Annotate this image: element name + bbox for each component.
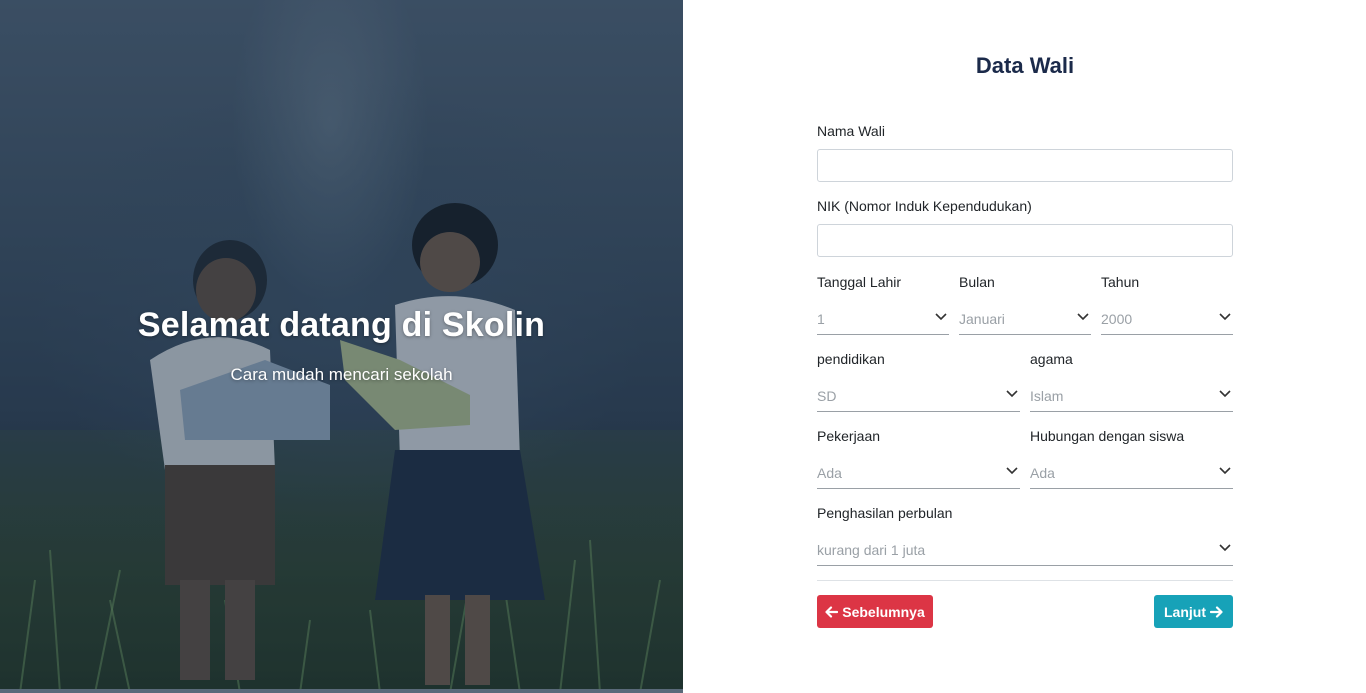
chevron-down-icon xyxy=(935,313,947,321)
hubungan-value: Ada xyxy=(1030,465,1055,481)
next-button-label: Lanjut xyxy=(1164,603,1206,620)
hero-subtitle: Cara mudah mencari sekolah xyxy=(230,365,453,384)
tahun-value: 2000 xyxy=(1101,311,1133,327)
chevron-down-icon xyxy=(1219,467,1231,475)
pekerjaan-select[interactable]: Ada xyxy=(817,459,1020,489)
pendidikan-value: SD xyxy=(817,388,837,404)
penghasilan-label: Penghasilan perbulan xyxy=(817,505,953,521)
tanggal-lahir-select[interactable]: 1 xyxy=(817,305,949,335)
pendidikan-label: pendidikan xyxy=(817,351,885,367)
next-button[interactable]: Lanjut xyxy=(1154,595,1233,628)
tahun-label: Tahun xyxy=(1101,274,1140,290)
nik-input[interactable] xyxy=(817,224,1233,257)
tanggal-lahir-label: Tanggal Lahir xyxy=(817,274,902,290)
hubungan-select[interactable]: Ada xyxy=(1030,459,1233,489)
bulan-label: Bulan xyxy=(959,274,995,290)
guardian-form: Data Wali Nama Wali NIK (Nomor Induk Kep… xyxy=(817,0,1233,693)
arrow-left-icon xyxy=(825,605,839,618)
chevron-down-icon xyxy=(1219,313,1231,321)
chevron-down-icon xyxy=(1219,544,1231,552)
pekerjaan-label: Pekerjaan xyxy=(817,428,881,444)
tahun-select[interactable]: 2000 xyxy=(1101,305,1233,335)
agama-value: Islam xyxy=(1030,388,1064,404)
hero-panel: Selamat datang di Skolin Cara mudah menc… xyxy=(0,0,683,693)
pendidikan-select[interactable]: SD xyxy=(817,382,1020,412)
penghasilan-select[interactable]: kurang dari 1 juta xyxy=(817,536,1233,566)
nama-wali-label: Nama Wali xyxy=(817,123,885,139)
previous-button[interactable]: Sebelumnya xyxy=(817,595,933,628)
bulan-select[interactable]: Januari xyxy=(959,305,1091,335)
hero-overlay xyxy=(0,0,683,693)
chevron-down-icon xyxy=(1077,313,1089,321)
chevron-down-icon xyxy=(1006,467,1018,475)
form-divider xyxy=(817,580,1233,581)
tanggal-lahir-value: 1 xyxy=(817,311,825,327)
arrow-right-icon xyxy=(1210,605,1223,618)
pekerjaan-value: Ada xyxy=(817,465,842,481)
agama-select[interactable]: Islam xyxy=(1030,382,1233,412)
chevron-down-icon xyxy=(1219,390,1231,398)
hero-bottom-border xyxy=(0,689,683,693)
hero-title: Selamat datang di Skolin xyxy=(137,306,546,344)
penghasilan-value: kurang dari 1 juta xyxy=(817,542,926,558)
form-title: Data Wali xyxy=(975,53,1075,78)
previous-button-label: Sebelumnya xyxy=(842,603,925,620)
nik-label: NIK (Nomor Induk Kependudukan) xyxy=(817,198,1032,214)
chevron-down-icon xyxy=(1006,390,1018,398)
bulan-value: Januari xyxy=(959,311,1005,327)
hubungan-label: Hubungan dengan siswa xyxy=(1030,428,1185,444)
agama-label: agama xyxy=(1030,351,1073,367)
nama-wali-input[interactable] xyxy=(817,149,1233,182)
